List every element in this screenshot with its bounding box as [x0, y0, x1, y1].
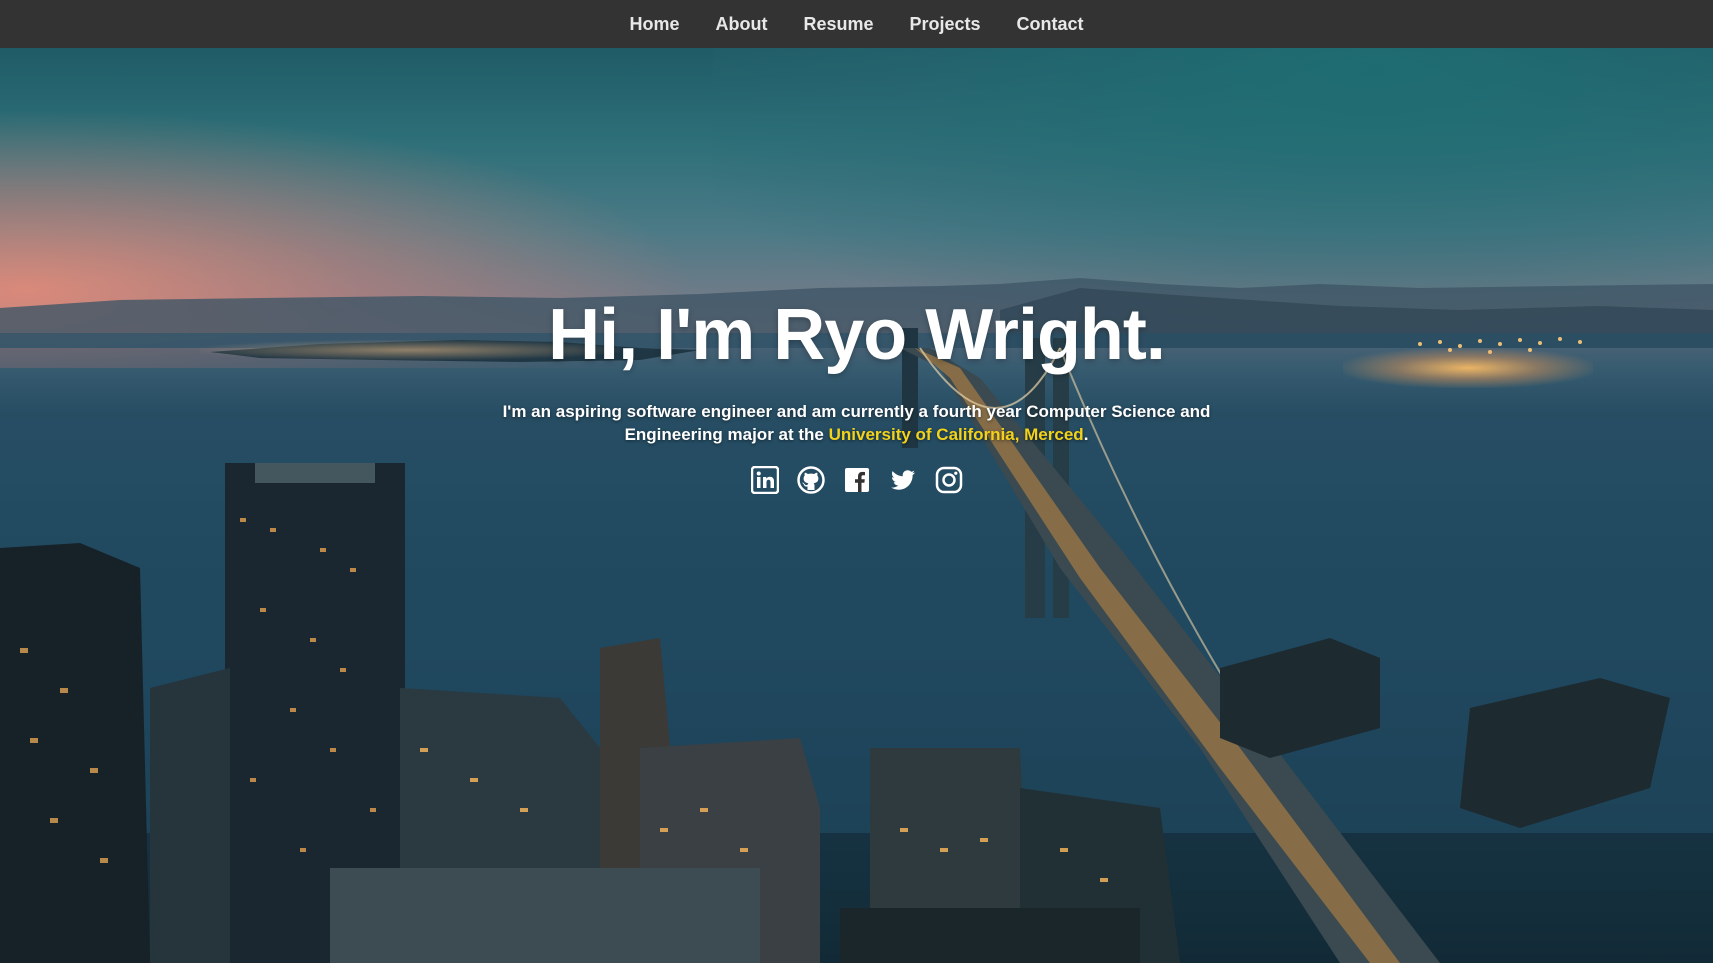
- github-icon: [796, 466, 825, 494]
- twitter-icon: [890, 470, 915, 490]
- linkedin-icon: [750, 465, 779, 495]
- university-link[interactable]: University of California, Merced: [829, 425, 1084, 444]
- hero-subtitle: I'm an aspiring software engineer and am…: [0, 400, 1713, 446]
- nav-about-link[interactable]: About: [697, 0, 785, 48]
- subtitle-line-2-suffix: .: [1083, 425, 1089, 444]
- facebook-icon: [844, 468, 869, 492]
- facebook-link[interactable]: [843, 466, 871, 494]
- subtitle-line-2-prefix: Engineering major at the: [624, 425, 829, 444]
- instagram-icon: [935, 466, 962, 494]
- subtitle-line-1: I'm an aspiring software engineer and am…: [502, 402, 1211, 421]
- top-navigation: Home About Resume Projects Contact: [0, 0, 1713, 48]
- social-links: [0, 465, 1713, 495]
- nav-resume-link[interactable]: Resume: [785, 0, 891, 48]
- nav-home-link[interactable]: Home: [611, 0, 697, 48]
- nav-contact-link[interactable]: Contact: [999, 0, 1102, 48]
- city-bridge-background-image: [0, 278, 1713, 963]
- hero-section: Hi, I'm Ryo Wright. I'm an aspiring soft…: [0, 48, 1713, 963]
- twitter-link[interactable]: [889, 466, 917, 494]
- nav-projects-link[interactable]: Projects: [891, 0, 998, 48]
- subtitle-line-2: Engineering major at the University of C…: [0, 423, 1713, 446]
- hero-title: Hi, I'm Ryo Wright.: [548, 295, 1166, 375]
- linkedin-link[interactable]: [750, 465, 779, 495]
- github-link[interactable]: [796, 466, 825, 494]
- instagram-link[interactable]: [935, 466, 963, 494]
